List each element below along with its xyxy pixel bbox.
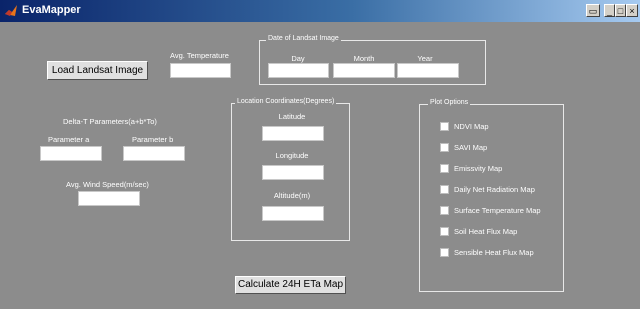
surface-temperature-map-checkbox[interactable]	[440, 206, 449, 215]
altitude-input[interactable]	[262, 206, 324, 221]
sensible-heat-flux-map-label: Sensible Heat Flux Map	[454, 248, 534, 257]
title-bar[interactable]: EvaMapper ▭ _ □ ×	[0, 0, 640, 22]
day-label: Day	[291, 54, 305, 63]
emissivity-map-checkbox[interactable]	[440, 164, 449, 173]
avg-temperature-label: Avg. Temperature	[170, 51, 229, 60]
year-input[interactable]	[397, 63, 459, 78]
latitude-input[interactable]	[262, 126, 324, 141]
parameter-b-label: Parameter b	[132, 135, 174, 144]
daily-net-radiation-map-label: Daily Net Radiation Map	[454, 185, 535, 194]
date-group: Date of Landsat Image Day Month Year	[259, 35, 486, 85]
close-icon: ×	[629, 6, 635, 16]
date-group-title: Date of Landsat Image	[266, 35, 341, 42]
maximize-icon: □	[617, 6, 624, 16]
daily-net-radiation-map-checkbox[interactable]	[440, 185, 449, 194]
maximize-button[interactable]: □	[615, 4, 626, 17]
longitude-input[interactable]	[262, 165, 324, 180]
surface-temperature-map-label: Surface Temperature Map	[454, 206, 541, 215]
emissivity-map-label: Emissvity Map	[454, 164, 503, 173]
minimize-icon: _	[606, 6, 612, 16]
location-group: Location Coordinates(Degrees) Latitude L…	[231, 98, 350, 241]
minimize-button[interactable]: _	[604, 4, 615, 17]
wind-speed-input[interactable]	[78, 191, 140, 206]
dock-button[interactable]: ▭	[586, 4, 600, 17]
month-label: Month	[353, 54, 375, 63]
matlab-logo-icon	[5, 5, 17, 16]
ndvi-map-checkbox[interactable]	[440, 122, 449, 131]
close-button[interactable]: ×	[626, 4, 638, 17]
dock-icon: ▭	[588, 6, 598, 16]
day-input[interactable]	[268, 63, 329, 78]
avg-temperature-input[interactable]	[170, 63, 231, 78]
parameter-a-label: Parameter a	[48, 135, 90, 144]
calculate-eta-map-button[interactable]: Calculate 24H ETa Map	[235, 276, 346, 294]
parameter-b-input[interactable]	[123, 146, 185, 161]
delta-t-parameters-label: Delta-T Parameters(a+b*To)	[63, 117, 157, 126]
window-title: EvaMapper	[22, 4, 81, 16]
savi-map-checkbox[interactable]	[440, 143, 449, 152]
app-window: EvaMapper ▭ _ □ × Load Landsat Image Avg…	[0, 0, 640, 309]
soil-heat-flux-map-label: Soil Heat Flux Map	[454, 227, 518, 236]
savi-map-label: SAVI Map	[454, 143, 488, 152]
load-button-label: Load Landsat Image	[51, 65, 144, 76]
longitude-label: Longitude	[275, 151, 309, 160]
calculate-button-label: Calculate 24H ETa Map	[237, 279, 344, 290]
load-landsat-image-button[interactable]: Load Landsat Image	[47, 61, 148, 80]
year-label: Year	[417, 54, 433, 63]
soil-heat-flux-map-checkbox[interactable]	[440, 227, 449, 236]
parameter-a-input[interactable]	[40, 146, 102, 161]
wind-speed-label: Avg. Wind Speed(m/sec)	[66, 180, 149, 189]
plot-options-group: Plot Options NDVI Map SAVI Map Emissvity…	[419, 99, 564, 292]
altitude-label: Altitude(m)	[273, 191, 311, 200]
plot-options-title: Plot Options	[428, 99, 471, 106]
sensible-heat-flux-map-checkbox[interactable]	[440, 248, 449, 257]
ndvi-map-label: NDVI Map	[454, 122, 489, 131]
latitude-label: Latitude	[278, 112, 306, 121]
location-group-title: Location Coordinates(Degrees)	[235, 98, 337, 105]
month-input[interactable]	[333, 63, 395, 78]
